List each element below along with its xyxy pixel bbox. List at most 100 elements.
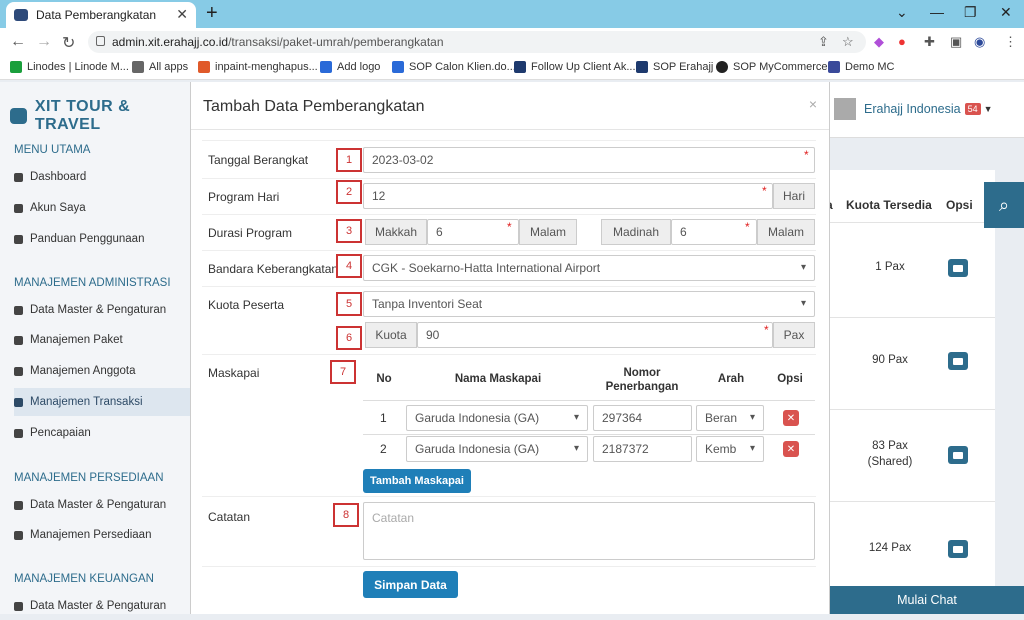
bookmarks-bar: Linodes | Linode M... All apps inpaint-m… xyxy=(0,56,1024,80)
maskapai-select[interactable]: Garuda Indonesia (GA) xyxy=(406,405,588,431)
maskapai-header-nomor: Nomor Penerbangan xyxy=(605,367,679,393)
marker-4: 4 xyxy=(336,254,362,278)
catatan-textarea[interactable]: Catatan xyxy=(363,502,815,560)
close-tab-icon[interactable]: ✕ xyxy=(176,6,188,23)
sidebar-item-paket[interactable]: Manajemen Paket xyxy=(14,326,190,354)
briefcase-icon[interactable] xyxy=(948,259,968,277)
marker-8: 8 xyxy=(333,503,359,527)
catatan-label: Catatan xyxy=(208,510,251,524)
sidebar-item-panduan[interactable]: Panduan Penggunaan xyxy=(14,225,190,253)
close-window-icon[interactable]: ✕ xyxy=(1000,4,1012,21)
program-input[interactable]: 12 xyxy=(363,183,773,209)
bandara-select[interactable]: CGK - Soekarno-Hatta International Airpo… xyxy=(363,255,815,281)
menu-icon[interactable]: ⋮ xyxy=(1004,34,1017,50)
maskapai-header-arah: Arah xyxy=(717,373,745,385)
bookmark-item[interactable]: All apps xyxy=(132,61,188,73)
puzzle-icon[interactable]: ✚ xyxy=(924,34,935,50)
bookmark-item[interactable]: Follow Up Client Ak... xyxy=(514,61,636,73)
notification-badge: 54 xyxy=(964,103,981,115)
avatar xyxy=(834,98,856,120)
doc-icon xyxy=(392,61,404,73)
browser-tabbar: Data Pemberangkatan ✕ + ⌄ — ❐ ✕ xyxy=(0,0,1024,28)
simpan-button[interactable]: Simpan Data xyxy=(363,571,458,598)
star-icon[interactable]: ☆ xyxy=(842,34,854,50)
sidebar-item-data-master-persediaan[interactable]: Data Master & Pengaturan xyxy=(14,491,190,519)
reload-icon[interactable]: ↻ xyxy=(62,33,75,53)
delete-icon[interactable]: ✕ xyxy=(783,410,799,426)
search-icon[interactable]: ⌕ xyxy=(984,182,1024,228)
arah-select[interactable]: Beran xyxy=(696,405,764,431)
kuota-input[interactable]: 90 xyxy=(417,322,773,348)
table-divider xyxy=(363,434,815,435)
makkah-input[interactable]: 6 xyxy=(427,219,519,245)
maskapai-select[interactable]: Garuda Indonesia (GA) xyxy=(406,436,588,462)
required-mark: * xyxy=(507,220,512,234)
sidepanel-icon[interactable]: ▣ xyxy=(950,34,962,50)
table-header-opsi: Opsi xyxy=(946,198,973,212)
bookmark-icon xyxy=(716,61,728,73)
sidebar-item-dashboard[interactable]: Dashboard xyxy=(14,163,190,191)
marker-3: 3 xyxy=(336,219,362,243)
kuota-select[interactable]: Tanpa Inventori Seat xyxy=(363,291,815,317)
back-icon[interactable]: ← xyxy=(10,33,26,51)
modal-title: Tambah Data Pemberangkatan xyxy=(203,98,425,115)
nomor-penerbangan-input[interactable]: 297364 xyxy=(593,405,692,431)
tab-title: Data Pemberangkatan xyxy=(36,8,157,22)
brand[interactable]: XIT TOUR & TRAVEL xyxy=(10,98,190,134)
share-icon[interactable]: ⇪ xyxy=(818,34,829,50)
sidebar-item-data-master[interactable]: Data Master & Pengaturan xyxy=(14,296,190,324)
arah-select[interactable]: Kemb xyxy=(696,436,764,462)
row-divider xyxy=(202,178,816,179)
sidebar-item-akun[interactable]: Akun Saya xyxy=(14,194,190,222)
sidebar: XIT TOUR & TRAVEL MENU UTAMA Dashboard A… xyxy=(0,82,190,614)
star-icon xyxy=(14,428,23,438)
forward-icon[interactable]: → xyxy=(36,33,52,51)
row-divider xyxy=(202,250,816,251)
browser-tab[interactable]: Data Pemberangkatan ✕ xyxy=(6,2,196,28)
minimize-icon[interactable]: — xyxy=(930,4,944,20)
bookmark-item[interactable]: Add logo xyxy=(320,61,380,73)
extension-color-icon[interactable]: ● xyxy=(898,34,906,49)
bookmark-item[interactable]: Demo MC xyxy=(828,61,895,73)
nomor-penerbangan-input[interactable]: 2187372 xyxy=(593,436,692,462)
delete-icon[interactable]: ✕ xyxy=(783,441,799,457)
tambah-maskapai-button[interactable]: Tambah Maskapai xyxy=(363,469,471,493)
lock-icon xyxy=(96,36,105,46)
row-divider xyxy=(202,496,816,497)
new-tab-icon[interactable]: + xyxy=(206,2,218,25)
madinah-addon: Madinah xyxy=(601,219,671,245)
bandara-label: Bandara Keberangkatan xyxy=(208,262,339,276)
bookmark-item[interactable]: SOP Erahajj xyxy=(636,61,713,73)
briefcase-icon[interactable] xyxy=(948,446,968,464)
bookmark-item[interactable]: inpaint-menghapus... xyxy=(198,61,318,73)
restore-icon[interactable]: ❐ xyxy=(964,4,977,21)
bookmark-item[interactable]: SOP MyCommerce xyxy=(716,61,828,73)
chat-button[interactable]: Mulai Chat xyxy=(830,586,1024,614)
bookmark-item[interactable]: SOP Calon Klien.do... xyxy=(392,61,516,73)
sidebar-item-transaksi[interactable]: Manajemen Transaksi xyxy=(14,388,190,416)
sidebar-item-persediaan[interactable]: Manajemen Persediaan xyxy=(14,521,190,549)
extension-icon[interactable]: ◆ xyxy=(874,34,884,50)
briefcase-icon[interactable] xyxy=(948,352,968,370)
kuota-cell: 124 Pax xyxy=(868,542,912,554)
tanggal-input[interactable]: 2023-03-02 xyxy=(363,147,815,173)
bookmark-item[interactable]: Linodes | Linode M... xyxy=(10,61,129,73)
url-field[interactable]: admin.xit.erahajj.co.id/transaksi/paket-… xyxy=(88,31,866,53)
cart-icon xyxy=(14,397,23,407)
favicon-icon xyxy=(14,9,28,21)
pax-addon: Pax xyxy=(773,322,815,348)
address-bar-row: ← → ↻ admin.xit.erahajj.co.id/transaksi/… xyxy=(0,28,1024,56)
chevron-down-icon[interactable]: ⌄ xyxy=(896,4,908,21)
cubes-icon xyxy=(14,530,23,540)
sidebar-item-data-master-keuangan[interactable]: Data Master & Pengaturan xyxy=(14,592,190,620)
dashboard-icon xyxy=(14,172,23,182)
close-icon[interactable]: × xyxy=(809,96,817,112)
briefcase-icon[interactable] xyxy=(948,540,968,558)
profile-icon[interactable]: ◉ xyxy=(974,34,985,50)
sidebar-item-pencapaian[interactable]: Pencapaian xyxy=(14,419,190,447)
required-mark: * xyxy=(804,148,809,162)
sidebar-item-anggota[interactable]: Manajemen Anggota xyxy=(14,357,190,385)
table-row xyxy=(830,409,995,501)
gears-icon xyxy=(14,305,23,315)
user-menu[interactable]: Erahajj Indonesia 54 ▼ xyxy=(834,98,993,120)
